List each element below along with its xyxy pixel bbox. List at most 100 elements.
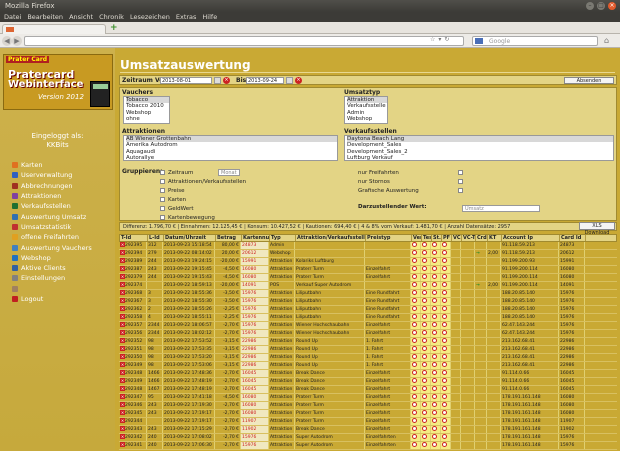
- umsatztyp-list[interactable]: Attraktion Verkaufsstelle Admin Webshop: [344, 96, 388, 124]
- table-row[interactable]: ×292387 243 2013-09-22 19:15:45 -4,50 €1608…: [119, 266, 617, 274]
- menu-extras[interactable]: Extras: [176, 12, 197, 22]
- column-header[interactable]: Crd: [476, 235, 488, 241]
- close-icon[interactable]: ×: [608, 2, 616, 10]
- list-option[interactable]: Autorallye: [126, 155, 337, 160]
- group-option[interactable]: Zeitraum: [160, 168, 193, 177]
- table-row[interactable]: ×292348 1467 2013-09-22 17:48:19 -2,70 €160…: [119, 386, 617, 394]
- table-row[interactable]: ×292356 2344 2013-09-22 18:02:12 -2,70 €159…: [119, 330, 617, 338]
- column-header[interactable]: St.: [432, 235, 442, 241]
- sidebar-item-9[interactable]: Webshop: [12, 253, 92, 263]
- table-row[interactable]: ×292346 243 2013-09-22 17:19:30 -2,70 €1608…: [119, 402, 617, 410]
- search-engine-icon[interactable]: [475, 38, 483, 44]
- group-option[interactable]: Attraktionen/Verkaufsstellen: [160, 177, 246, 186]
- menu-bearbeiten[interactable]: Bearbeiten: [27, 12, 63, 22]
- column-header[interactable]: KT: [488, 235, 502, 241]
- table-row[interactable]: ×292374 2013-09-22 18:59:13 -20,00 €14091 P…: [119, 282, 617, 290]
- column-header[interactable]: Card Id: [560, 235, 586, 241]
- column-header[interactable]: Attraktion/Verkaufsstelle: [296, 235, 366, 241]
- column-header[interactable]: Preistyp: [366, 235, 412, 241]
- sidebar-item-10[interactable]: Aktive Clients: [12, 263, 92, 273]
- verkaufsstellen-list[interactable]: Daytona Beach Lang Development_Sales Devel…: [344, 135, 614, 161]
- vouchers-list[interactable]: Tobacco Tobacco 2010 Webshop ohne: [123, 96, 170, 124]
- table-row[interactable]: ×292357 2344 2013-09-22 18:06:57 -2,70 €159…: [119, 322, 617, 330]
- table-row[interactable]: ×292395 312 2013-09-23 15:18:54 80,00 €2487…: [119, 242, 617, 250]
- checkbox[interactable]: [160, 188, 165, 193]
- submit-button[interactable]: Absenden: [564, 77, 614, 84]
- column-header[interactable]: T-Id: [120, 235, 148, 241]
- xls-download-button[interactable]: XLS Download: [579, 222, 615, 236]
- sidebar-item-8[interactable]: Auswertung Vauchers: [12, 242, 92, 252]
- reload-icon[interactable]: ↻: [444, 36, 449, 43]
- menu-chronik[interactable]: Chronik: [99, 12, 124, 22]
- url-input[interactable]: [24, 36, 464, 46]
- group-option[interactable]: Kartenbewegung: [160, 213, 215, 222]
- checkbox[interactable]: [160, 215, 165, 220]
- list-option[interactable]: Luftburg Verkauf: [347, 155, 613, 160]
- table-row[interactable]: ×292379 244 2013-09-22 19:15:43 -4,50 €1608…: [119, 274, 617, 282]
- table-row[interactable]: ×292367 3 2013-09-22 18:55:30 -3,50 €15976 A…: [119, 298, 617, 306]
- search-input[interactable]: Google: [472, 36, 598, 46]
- sidebar-item-7[interactable]: offene Freifahrten: [12, 232, 92, 242]
- checkbox[interactable]: [160, 206, 165, 211]
- browser-tab[interactable]: [2, 24, 106, 34]
- back-icon[interactable]: ◀: [2, 36, 12, 46]
- column-header[interactable]: Betrag: [216, 235, 242, 241]
- sidebar-item-6[interactable]: Umsatzstatistik: [12, 222, 92, 232]
- list-option[interactable]: Tobacco 2010: [126, 103, 169, 109]
- sidebar-item-11[interactable]: Einstellungen: [12, 273, 92, 283]
- list-option[interactable]: ohne: [126, 116, 169, 122]
- new-tab-icon[interactable]: +: [110, 24, 118, 33]
- column-header[interactable]: Account Ip: [502, 235, 560, 241]
- table-row[interactable]: ×292350 98 2013-09-22 17:53:20 -3,15 €22986…: [119, 354, 617, 362]
- table-row[interactable]: ×292349 98 2013-09-22 17:53:06 -3,15 €22986…: [119, 362, 617, 370]
- table-row[interactable]: ×292351 98 2013-09-22 17:53:35 -3,15 €22986…: [119, 346, 617, 354]
- dropdown-icon[interactable]: ▾: [438, 36, 441, 43]
- sidebar-item-0[interactable]: Karten: [12, 160, 92, 170]
- forward-icon[interactable]: ▶: [12, 36, 22, 46]
- date-to-input[interactable]: 2013-09-24: [246, 77, 284, 84]
- table-row[interactable]: ×292362 2 2013-09-22 18:55:26 -2,25 €15976 A…: [119, 306, 617, 314]
- table-row[interactable]: ×292349 1466 2013-09-22 17:48:19 -2,70 €160…: [119, 378, 617, 386]
- menu-lesezeichen[interactable]: Lesezeichen: [130, 12, 170, 22]
- list-option[interactable]: Webshop: [347, 116, 387, 122]
- column-header[interactable]: VC-Typ: [462, 235, 476, 241]
- column-header[interactable]: VC: [452, 235, 462, 241]
- menu-ansicht[interactable]: Ansicht: [69, 12, 93, 22]
- column-header[interactable]: Test: [422, 235, 432, 241]
- list-option[interactable]: Verkaufsstelle: [347, 103, 387, 109]
- bookmark-star-icon[interactable]: ☆: [430, 36, 435, 43]
- calendar-icon[interactable]: [214, 77, 221, 84]
- sidebar-item-5[interactable]: Auswertung Umsatz: [12, 211, 92, 221]
- date-from-input[interactable]: 2013-08-01: [160, 77, 212, 84]
- home-icon[interactable]: ⌂: [604, 36, 609, 45]
- menu-datei[interactable]: Datei: [4, 12, 21, 22]
- table-row[interactable]: ×292389 244 2013-09-23 19:24:15 -20,00 €159…: [119, 258, 617, 266]
- checkbox[interactable]: [160, 179, 165, 184]
- zeitraum-select[interactable]: Monat: [218, 169, 240, 176]
- table-row[interactable]: ×292343 243 2013-09-22 17:15:29 -2,70 €1190…: [119, 426, 617, 434]
- group-option[interactable]: Karten: [160, 195, 186, 204]
- checkbox[interactable]: [160, 170, 165, 175]
- checkbox[interactable]: [160, 197, 165, 202]
- table-row[interactable]: ×292344 2013-09-22 17:19:17 -2,70 €11907 At…: [119, 418, 617, 426]
- checkbox[interactable]: [458, 188, 463, 193]
- sidebar-item-3[interactable]: Attraktionen: [12, 191, 92, 201]
- group-option[interactable]: Preise: [160, 186, 185, 195]
- column-header[interactable]: Ver.: [412, 235, 422, 241]
- column-header[interactable]: PF: [442, 235, 452, 241]
- clear-date-icon[interactable]: ×: [223, 77, 230, 84]
- table-row[interactable]: ×292368 3 2013-09-22 18:55:36 -3,50 €15976 A…: [119, 290, 617, 298]
- column-header[interactable]: L-Id: [148, 235, 164, 241]
- calendar-icon[interactable]: [286, 77, 293, 84]
- table-row[interactable]: ×292345 243 2013-09-22 17:19:17 -2,70 €1608…: [119, 410, 617, 418]
- checkbox[interactable]: [458, 179, 463, 184]
- sidebar-item-12[interactable]: [12, 284, 92, 294]
- table-row[interactable]: ×292352 98 2013-09-22 17:53:52 -3,15 €22986…: [119, 338, 617, 346]
- minimize-icon[interactable]: –: [586, 2, 594, 10]
- table-row[interactable]: ×292347 95 2013-09-22 17:41:18 -4,50 €16080…: [119, 394, 617, 402]
- table-row[interactable]: ×292341 240 2013-09-22 17:06:30 -2,70 €1597…: [119, 442, 617, 450]
- clear-date-icon[interactable]: ×: [295, 77, 302, 84]
- table-row[interactable]: ×292358 4 2013-09-22 18:55:11 -2,25 €15976 A…: [119, 314, 617, 322]
- attraktionen-list[interactable]: AB Wiener Grottenbahn Amerika Autodrom Aqu…: [123, 135, 338, 161]
- column-header[interactable]: Kartennummer: [242, 235, 270, 241]
